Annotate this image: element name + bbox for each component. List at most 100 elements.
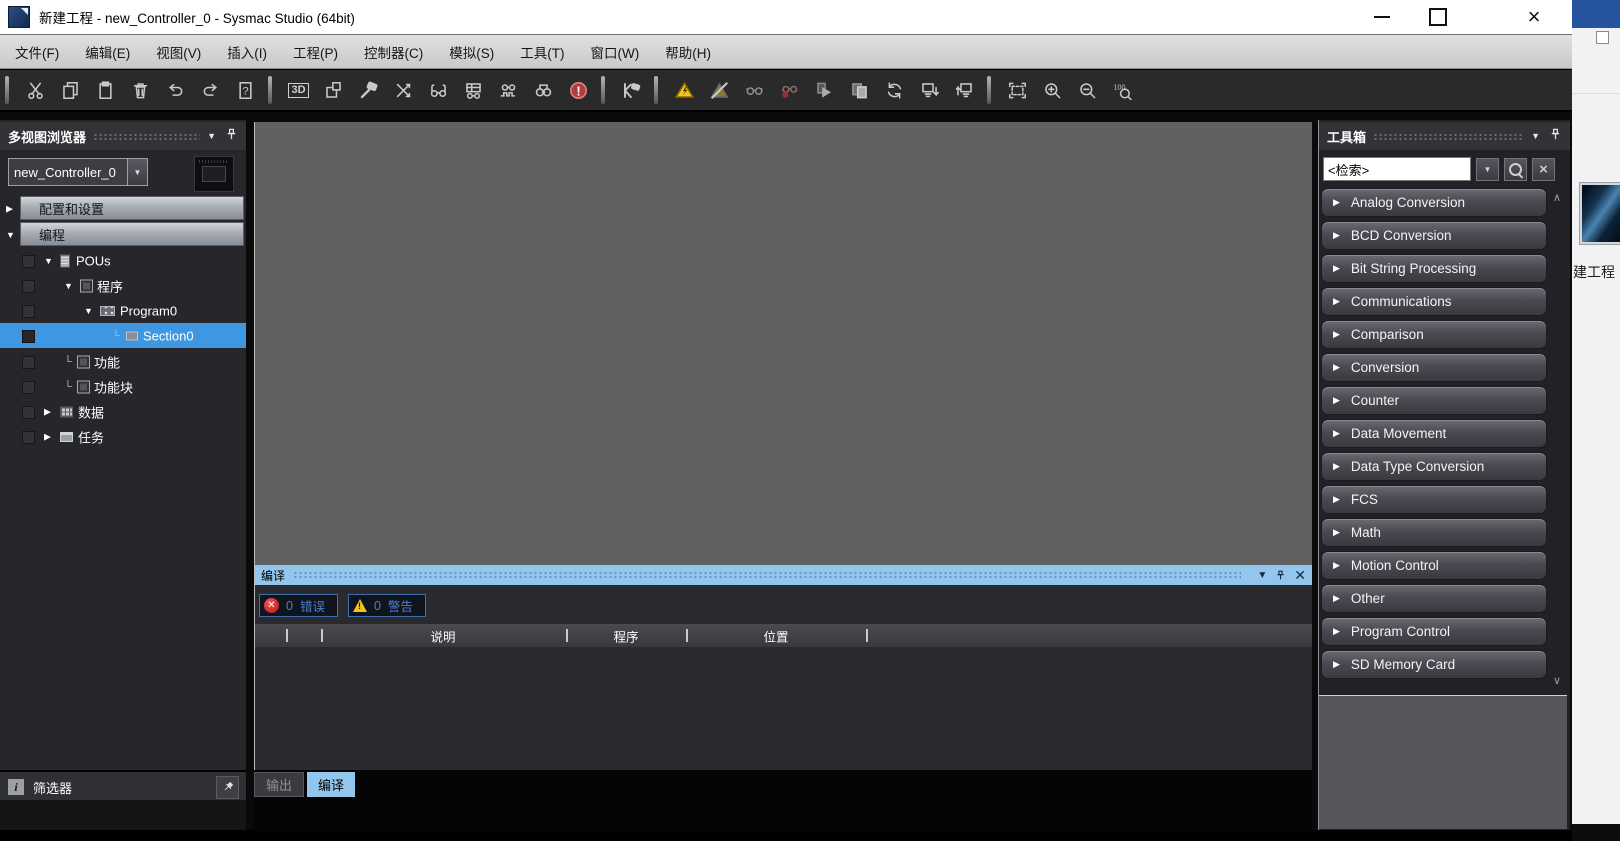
- io-wave-check-icon[interactable]: [491, 74, 526, 106]
- check-all-programs-icon[interactable]: [456, 74, 491, 106]
- abort-build-icon[interactable]: [386, 74, 421, 106]
- expanded-arrow-icon[interactable]: ▼: [6, 230, 15, 240]
- panel-menu-arrow-icon[interactable]: ▼: [1257, 570, 1267, 581]
- errors-filter-button[interactable]: ✕ 0 错误: [259, 594, 338, 617]
- 3d-view-icon[interactable]: 3D: [281, 74, 316, 106]
- collapsed-arrow-icon[interactable]: ▶: [44, 406, 51, 417]
- toolbox-category-comparison[interactable]: ▶Comparison: [1321, 320, 1547, 349]
- search-binoculars-icon[interactable]: [526, 74, 561, 106]
- menu-project[interactable]: 工程(P): [280, 35, 351, 68]
- menu-help[interactable]: 帮助(H): [652, 35, 724, 68]
- troubleshoot-icon[interactable]: !: [561, 74, 596, 106]
- search-dropdown-arrow-icon[interactable]: ▼: [1476, 158, 1499, 181]
- expanded-arrow-icon[interactable]: ▼: [64, 281, 73, 291]
- background-project-thumbnail[interactable]: [1580, 183, 1620, 244]
- toolbar-group-handle[interactable]: [987, 76, 991, 104]
- cut-icon[interactable]: [18, 74, 53, 106]
- copy-icon[interactable]: [53, 74, 88, 106]
- toolbar-group-handle[interactable]: [654, 76, 658, 104]
- toolbox-category-program-control[interactable]: ▶Program Control: [1321, 617, 1547, 646]
- zoom-fit-icon[interactable]: [1000, 74, 1035, 106]
- column-separator[interactable]: [321, 629, 323, 642]
- help-icon[interactable]: ?: [228, 74, 263, 106]
- column-separator[interactable]: [286, 629, 288, 642]
- collapsed-arrow-icon[interactable]: ▶: [44, 431, 51, 442]
- transfer-icon[interactable]: [842, 74, 877, 106]
- redo-icon[interactable]: [193, 74, 228, 106]
- toolbox-category-other[interactable]: ▶Other: [1321, 584, 1547, 613]
- toolbox-category-sd-memory-card[interactable]: ▶SD Memory Card: [1321, 650, 1547, 679]
- toolbox-category-conversion[interactable]: ▶Conversion: [1321, 353, 1547, 382]
- menu-window[interactable]: 窗口(W): [578, 35, 653, 68]
- toolbar-group-handle[interactable]: [601, 76, 605, 104]
- warning-enabled-icon[interactable]: [667, 74, 702, 106]
- zoom-100-icon[interactable]: 100: [1105, 74, 1140, 106]
- controller-dropdown-arrow-icon[interactable]: ▼: [127, 159, 147, 185]
- maximize-button[interactable]: [1418, 0, 1458, 34]
- warning-disabled-icon[interactable]: [702, 74, 737, 106]
- toolbox-category-bcd-conversion[interactable]: ▶BCD Conversion: [1321, 221, 1547, 250]
- column-separator[interactable]: [866, 629, 868, 642]
- undo-icon[interactable]: [158, 74, 193, 106]
- delete-icon[interactable]: [123, 74, 158, 106]
- menu-controller[interactable]: 控制器(C): [351, 35, 436, 68]
- scroll-down-icon[interactable]: ∨: [1549, 673, 1565, 687]
- expanded-arrow-icon[interactable]: ▼: [44, 256, 53, 266]
- toolbox-category-communications[interactable]: ▶Communications: [1321, 287, 1547, 316]
- close-button[interactable]: ×: [1514, 0, 1554, 34]
- menu-view[interactable]: 视图(V): [143, 35, 214, 68]
- toolbox-category-bit-string-processing[interactable]: ▶Bit String Processing: [1321, 254, 1547, 283]
- controller-selector[interactable]: new_Controller_0 ▼: [8, 158, 148, 186]
- collapsed-arrow-icon[interactable]: ▶: [6, 203, 13, 214]
- toolbox-category-math[interactable]: ▶Math: [1321, 518, 1547, 547]
- tab-build[interactable]: 编译: [307, 772, 355, 797]
- tree-item-tasks[interactable]: ▶ 任务: [0, 424, 246, 449]
- warnings-filter-button[interactable]: ! 0 警告: [348, 594, 426, 617]
- tree-item-data[interactable]: ▶ 数据: [0, 399, 246, 424]
- search-icon[interactable]: [1504, 158, 1527, 181]
- zoom-out-icon[interactable]: [1070, 74, 1105, 106]
- toolbar-group-handle[interactable]: [268, 76, 272, 104]
- monitor-icon[interactable]: [737, 74, 772, 106]
- panel-menu-arrow-icon[interactable]: ▼: [1531, 131, 1540, 141]
- window-layout-icon[interactable]: [316, 74, 351, 106]
- toolbox-category-fcs[interactable]: ▶FCS: [1321, 485, 1547, 514]
- column-location[interactable]: 位置: [763, 626, 788, 645]
- panel-menu-arrow-icon[interactable]: ▼: [207, 131, 216, 141]
- tree-item-pous[interactable]: ▼ POUs: [0, 248, 246, 273]
- toolbox-category-motion-control[interactable]: ▶Motion Control: [1321, 551, 1547, 580]
- expanded-arrow-icon[interactable]: ▼: [84, 306, 93, 316]
- toolbox-category-counter[interactable]: ▶Counter: [1321, 386, 1547, 415]
- tree-section-configuration[interactable]: ▶ 配置和设置: [0, 196, 246, 221]
- background-checkbox[interactable]: [1596, 31, 1609, 44]
- download-to-controller-icon[interactable]: [912, 74, 947, 106]
- clear-search-icon[interactable]: ×: [1532, 158, 1555, 181]
- tab-output[interactable]: 输出: [254, 772, 304, 797]
- zoom-in-icon[interactable]: [1035, 74, 1070, 106]
- column-description[interactable]: 说明: [430, 626, 455, 645]
- tree-item-program0[interactable]: ▼ Program0: [0, 298, 246, 323]
- synchronize-icon[interactable]: [877, 74, 912, 106]
- scroll-up-icon[interactable]: ∧: [1549, 190, 1565, 204]
- toolbox-search-input[interactable]: [1323, 157, 1471, 181]
- pin-icon[interactable]: [1549, 128, 1562, 144]
- column-program[interactable]: 程序: [613, 626, 638, 645]
- tree-item-function-blocks[interactable]: └ 功能块: [0, 374, 246, 399]
- stop-monitor-icon[interactable]: [772, 74, 807, 106]
- column-separator[interactable]: [566, 629, 568, 642]
- toolbox-category-data-movement[interactable]: ▶Data Movement: [1321, 419, 1547, 448]
- menu-file[interactable]: 文件(F): [2, 35, 72, 68]
- tree-item-programs[interactable]: ▼ 程序: [0, 273, 246, 298]
- build-tool-icon[interactable]: [614, 74, 649, 106]
- minimize-button[interactable]: [1362, 0, 1402, 34]
- menu-insert[interactable]: 插入(I): [214, 35, 280, 68]
- pin-icon[interactable]: [1275, 570, 1286, 581]
- toolbox-category-data-type-conversion[interactable]: ▶Data Type Conversion: [1321, 452, 1547, 481]
- build-icon[interactable]: [351, 74, 386, 106]
- menu-edit[interactable]: 编辑(E): [72, 35, 143, 68]
- menu-simulation[interactable]: 模拟(S): [436, 35, 507, 68]
- pin-icon[interactable]: [225, 128, 238, 144]
- tree-item-functions[interactable]: └ 功能: [0, 349, 246, 374]
- paste-icon[interactable]: [88, 74, 123, 106]
- menu-tools[interactable]: 工具(T): [507, 35, 577, 68]
